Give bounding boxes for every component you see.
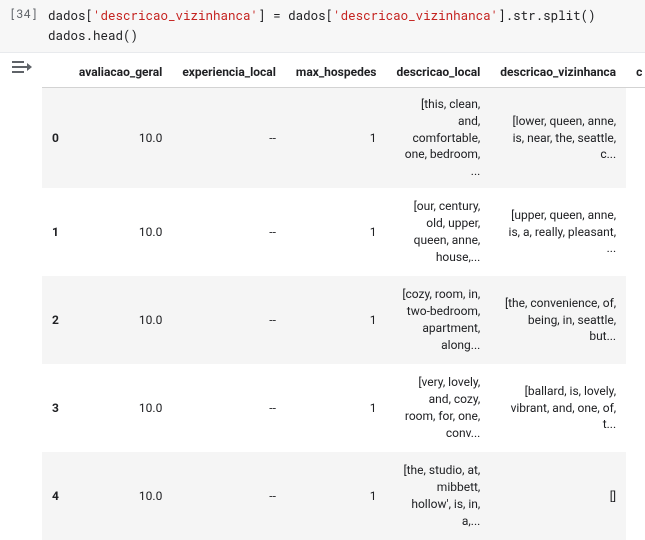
- row-index: 3: [42, 364, 69, 452]
- index-column-header: [42, 57, 69, 88]
- table-row: 210.0--1[cozy, room, in, two-bedroom, ap…: [42, 276, 645, 364]
- column-header: max_hospedes: [286, 57, 387, 88]
- code-cell: [34] dados['descricao_vizinhanca'] = dad…: [0, 0, 645, 53]
- row-index: 4: [42, 452, 69, 540]
- table-row: 410.0--1[the, studio, at, mibbett, hollo…: [42, 452, 645, 540]
- column-header: descricao_vizinhanca: [490, 57, 626, 88]
- row-index: 0: [42, 88, 69, 188]
- table-cell: [cozy, room, in, two-bedroom, apartment,…: [386, 276, 490, 364]
- table-cell: [upper, queen, anne, is, a, really, plea…: [490, 188, 626, 276]
- toggle-output-icon[interactable]: [12, 61, 30, 75]
- table-cell: --: [172, 88, 286, 188]
- column-header: avaliacao_geral: [69, 57, 172, 88]
- dataframe-header: avaliacao_geralexperiencia_localmax_hosp…: [42, 57, 645, 88]
- table-cell: --: [172, 188, 286, 276]
- table-cell: 10.0: [69, 276, 172, 364]
- table-cell: --: [172, 364, 286, 452]
- dataframe-wrapper: avaliacao_geralexperiencia_localmax_hosp…: [42, 53, 645, 540]
- dataframe-body: 010.0--1[this, clean, and, comfortable, …: [42, 88, 645, 540]
- table-cell: --: [172, 452, 286, 540]
- table-cell: --: [172, 276, 286, 364]
- table-cell: [the, convenience, of, being, in, seattl…: [490, 276, 626, 364]
- table-row: 310.0--1[very, lovely, and, cozy, room, …: [42, 364, 645, 452]
- table-cell: []: [490, 452, 626, 540]
- table-cell: 10.0: [69, 188, 172, 276]
- table-cell: [the, studio, at, mibbett, hollow', is, …: [386, 452, 490, 540]
- table-row: 110.0--1[our, century, old, upper, queen…: [42, 188, 645, 276]
- table-cell: [ballard, is, lovely, vibrant, and, one,…: [490, 364, 626, 452]
- table-cell: 10.0: [69, 452, 172, 540]
- output-area: avaliacao_geralexperiencia_localmax_hosp…: [0, 53, 645, 540]
- column-header: experiencia_local: [172, 57, 286, 88]
- table-cell: [very, lovely, and, cozy, room, for, one…: [386, 364, 490, 452]
- output-gutter: [0, 53, 42, 540]
- row-index: 1: [42, 188, 69, 276]
- table-cell: 1: [286, 88, 387, 188]
- column-header: c: [626, 57, 645, 88]
- code-editor[interactable]: dados['descricao_vizinhanca'] = dados['d…: [42, 0, 645, 52]
- row-index: 2: [42, 276, 69, 364]
- dataframe-table: avaliacao_geralexperiencia_localmax_hosp…: [42, 57, 645, 540]
- table-row: 010.0--1[this, clean, and, comfortable, …: [42, 88, 645, 188]
- table-cell: 10.0: [69, 364, 172, 452]
- table-cell: 1: [286, 276, 387, 364]
- table-cell: [our, century, old, upper, queen, anne, …: [386, 188, 490, 276]
- table-cell: 1: [286, 452, 387, 540]
- table-cell: 10.0: [69, 88, 172, 188]
- exec-count: [34]: [0, 0, 42, 52]
- column-header: descricao_local: [386, 57, 490, 88]
- table-cell: [lower, queen, anne, is, near, the, seat…: [490, 88, 626, 188]
- table-cell: [this, clean, and, comfortable, one, bed…: [386, 88, 490, 188]
- table-cell: 1: [286, 364, 387, 452]
- table-cell: 1: [286, 188, 387, 276]
